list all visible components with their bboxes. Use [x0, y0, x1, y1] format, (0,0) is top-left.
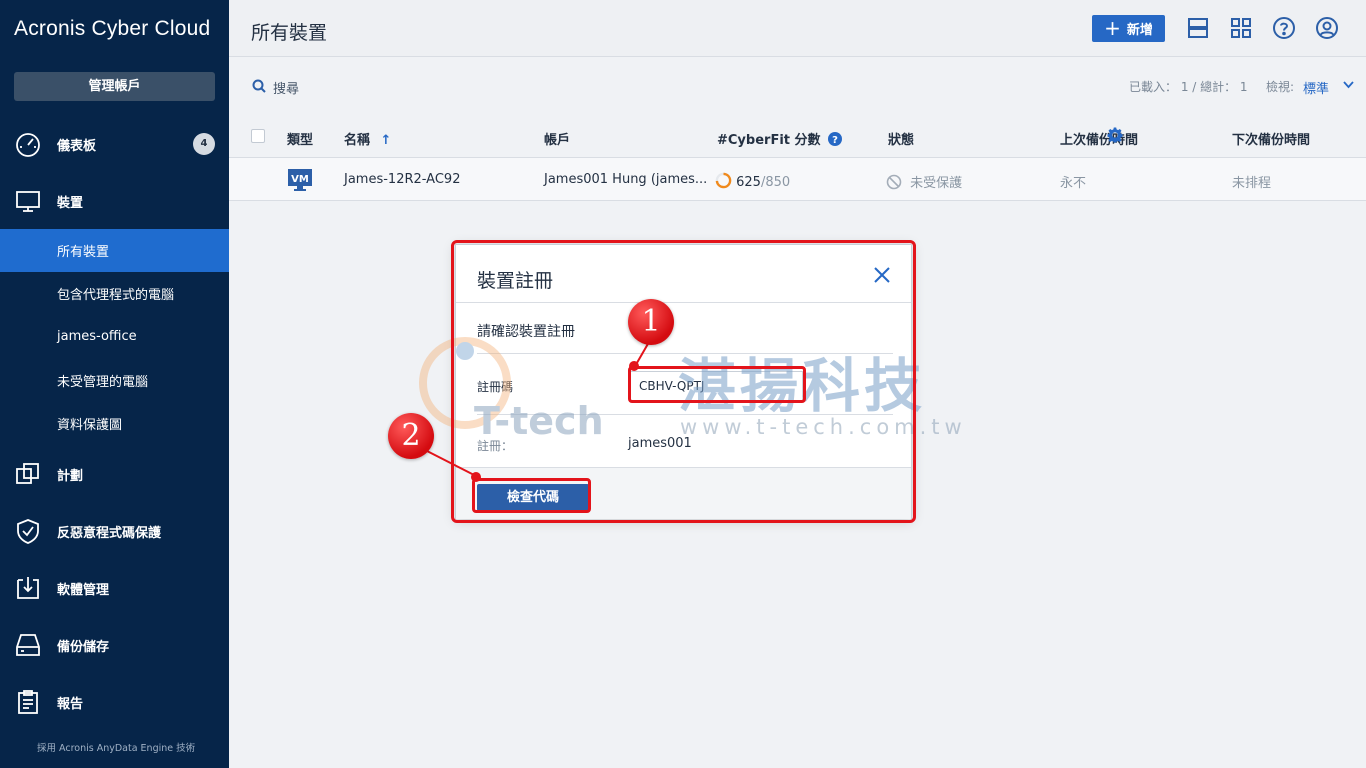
software-download-icon [17, 577, 39, 599]
chevron-down-icon[interactable] [1343, 81, 1354, 89]
step-2-marker: 2 [388, 413, 434, 459]
loaded-count-info: 已載入： 1 / 總計： 1 [1129, 80, 1248, 94]
sidebar-item-dashboard[interactable]: 儀表板 4 [0, 124, 229, 164]
column-header-label: #CyberFit 分數 [717, 133, 821, 148]
svg-text:?: ? [832, 135, 838, 146]
sidebar-item-label: 備份儲存 [57, 639, 110, 655]
toolbar-row: 搜尋 已載入： 1 / 總計： 1 檢視: 標準 [229, 57, 1366, 115]
shield-check-icon [17, 519, 39, 544]
sidebar-item-label: 反惡意程式碼保護 [57, 525, 162, 541]
column-header-status[interactable]: 狀態 [888, 129, 914, 148]
sort-ascending-icon: ↑ [380, 133, 392, 148]
help-icon[interactable] [1272, 16, 1296, 40]
plans-icon [16, 463, 39, 484]
info-icon[interactable]: ? [828, 132, 843, 146]
sidebar-item-devices[interactable]: 裝置 [0, 181, 229, 221]
clipboard-report-icon [18, 690, 38, 714]
dashboard-gauge-icon [16, 133, 40, 157]
vm-type-icon: VM [288, 169, 312, 191]
cyberfit-score: 625 [736, 175, 761, 190]
annotation-anchor-1 [629, 361, 639, 371]
status-text: 未受保護 [910, 176, 963, 191]
column-header-label: 名稱 [344, 133, 371, 148]
select-all-checkbox[interactable] [251, 129, 265, 143]
view-label: 檢視: [1266, 80, 1295, 94]
sidebar-subitem-unmanaged[interactable]: 未受管理的電腦 [0, 359, 229, 402]
sidebar-item-software[interactable]: 軟體管理 [0, 568, 229, 608]
sidebar-item-antimalware[interactable]: 反惡意程式碼保護 [0, 511, 229, 551]
sidebar-item-label: 裝置 [57, 195, 84, 211]
device-name-cell[interactable]: James-12R2-AC92 [344, 172, 460, 187]
column-header-account[interactable]: 帳戶 [544, 129, 570, 148]
sidebar-item-reports[interactable]: 報告 [0, 682, 229, 722]
search-icon[interactable] [252, 79, 266, 93]
sidebar-item-backup-storage[interactable]: 備份儲存 [0, 625, 229, 665]
dashboard-count-badge: 4 [193, 133, 215, 155]
sidebar-subitem-james-office[interactable]: james-office [0, 315, 229, 358]
vm-type-label: VM [291, 174, 309, 185]
sidebar-item-label: 儀表板 [57, 138, 97, 154]
cyberfit-cell[interactable]: 625/850 [715, 172, 790, 190]
monitor-icon [16, 191, 40, 212]
sidebar-item-label: 報告 [57, 696, 84, 712]
brand-logo: Acronis Cyber Cloud [14, 17, 211, 40]
annotation-anchor-2 [471, 472, 481, 482]
add-device-button[interactable]: + 新增 [1092, 15, 1165, 42]
page-title: 所有裝置 [251, 22, 328, 44]
column-header-next-backup[interactable]: 下次備份時間 [1232, 129, 1310, 148]
gear-icon[interactable] [1107, 127, 1123, 143]
status-cell: 未受保護 [886, 172, 962, 191]
list-view-icon[interactable] [1186, 16, 1210, 40]
cyberfit-progress-ring [715, 172, 732, 189]
sidebar-item-label: 軟體管理 [57, 582, 110, 598]
sidebar-subitem-agent-machines[interactable]: 包含代理程式的電腦 [0, 272, 229, 315]
next-backup-cell: 未排程 [1232, 176, 1272, 191]
search-input[interactable]: 搜尋 [273, 78, 299, 97]
sidebar-item-label: 計劃 [57, 468, 84, 484]
column-header-type[interactable]: 類型 [287, 129, 313, 148]
table-row[interactable]: VM James-12R2-AC92 James001 Hung (james.… [229, 158, 1366, 201]
column-header-cyberfit[interactable]: #CyberFit 分數 ? [717, 129, 843, 148]
plus-icon: + [1104, 15, 1121, 40]
sidebar-subitem-protection-map[interactable]: 資料保護圖 [0, 402, 229, 445]
not-protected-icon [886, 174, 902, 190]
add-button-label: 新增 [1126, 23, 1153, 38]
top-header: 所有裝置 + 新增 [229, 0, 1366, 57]
view-mode-select[interactable]: 標準 [1303, 78, 1329, 97]
check-button-highlight [472, 478, 591, 513]
sidebar-item-plans[interactable]: 計劃 [0, 454, 229, 494]
sidebar: Acronis Cyber Cloud 管理帳戶 儀表板 4 裝置 所有裝置 包… [0, 0, 229, 768]
user-account-icon[interactable] [1315, 16, 1339, 40]
cyberfit-max: /850 [760, 175, 791, 190]
column-header-name[interactable]: 名稱 ↑ [344, 129, 391, 148]
grid-view-icon[interactable] [1229, 16, 1253, 40]
last-backup-cell: 永不 [1060, 176, 1087, 191]
step-1-marker: 1 [628, 299, 674, 345]
storage-drive-icon [16, 634, 40, 656]
code-input-highlight [628, 366, 806, 403]
account-cell: James001 Hung (james... [544, 172, 708, 187]
column-header-last-backup[interactable]: 上次備份時間 [1060, 129, 1138, 148]
manage-account-button[interactable]: 管理帳戶 [14, 72, 215, 101]
sidebar-subitem-all-devices[interactable]: 所有裝置 [0, 229, 229, 272]
table-header: 類型 名稱 ↑ 帳戶 #CyberFit 分數 ? 狀態 上次備份時間 下次備份… [229, 115, 1366, 158]
powered-by-note: 採用 Acronis AnyData Engine 技術 [37, 743, 196, 754]
